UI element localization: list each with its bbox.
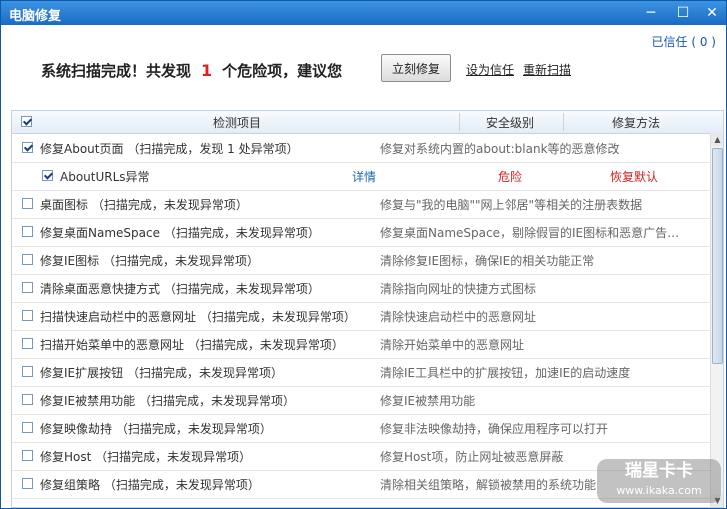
header-item: 检测项目 [213,116,262,130]
row-status: （扫描完成，未发现异常项） [187,338,344,352]
table-row[interactable]: 修复IE扩展按钮 （扫描完成，未发现异常项） 清除IE工具栏中的扩展按钮，加速I… [12,358,710,387]
row-name: 修复Host [40,450,92,464]
content-area: 已信任 ( 0 ) 系统扫描完成！共发现 1 个危险项，建议您 立刻修复 设为信任 … [3,25,724,508]
table-row[interactable]: 修复IE被禁用功能 （扫描完成，未发现异常项） 修复IE被禁用功能 [12,386,710,415]
row-status: （扫描完成，发现 1 处异常项） [127,142,299,156]
fix-now-button[interactable]: 立刻修复 [381,54,451,82]
maximize-button[interactable]: ☐ [673,4,693,22]
close-button[interactable]: ✕ [702,4,722,22]
table-row[interactable]: 扫描开始菜单中的恶意网址 （扫描完成，未发现异常项） 清除开始菜单中的恶意网址 [12,330,710,359]
row-name: 修复桌面NameSpace [40,226,160,240]
select-all-checkbox[interactable] [21,116,32,127]
row-name: 修复IE图标 [40,254,100,268]
set-trust-link[interactable]: 设为信任 [466,61,514,78]
header-divider [459,113,460,131]
table-row[interactable]: 清除桌面恶意快捷方式 （扫描完成，未发现异常项） 清除指向网址的快捷方式图标 [12,274,710,303]
row-status: （扫描完成，未发现异常项） [115,422,272,436]
row-name: 修复组策略 [40,478,101,492]
row-name: 修复映像劫持 [40,422,113,436]
scan-summary: 系统扫描完成！共发现 1 个危险项，建议您 [41,58,342,84]
table-row[interactable]: 修复映像劫持 （扫描完成，未发现异常项） 修复非法映像劫持，确保应用程序可以打开 [12,414,710,443]
row-description: 修复非法映像劫持，确保应用程序可以打开 [380,422,609,436]
window-title: 电脑修复 [9,9,62,24]
row-checkbox[interactable] [22,478,33,489]
row-description: 修复桌面NameSpace，剔除假冒的IE图标和恶意广告链... [380,226,690,240]
row-status: （扫描完成，未发现异常项） [163,282,320,296]
row-checkbox[interactable] [22,142,33,153]
scroll-up-icon[interactable]: ▲ [711,133,723,146]
row-checkbox[interactable] [22,450,33,461]
row-name: 修复About页面 [40,142,124,156]
watermark-brand: 瑞星卡卡 [625,461,693,481]
minimize-button[interactable]: ─ [641,4,661,22]
table-row[interactable]: 修复IE图标 （扫描完成，未发现异常项） 清除修复IE图标，确保IE的相关功能正… [12,246,710,275]
row-status: （扫描完成，未发现异常项） [102,254,259,268]
row-status: （扫描完成，未发现异常项） [95,450,252,464]
scrollbar-thumb[interactable] [712,148,723,364]
row-description: 清除快速启动栏中的恶意网址 [380,310,537,324]
table-row[interactable]: 扫描快速启动栏中的恶意网址 （扫描完成，未发现异常项） 清除快速启动栏中的恶意网… [12,302,710,331]
table-subrow[interactable]: AboutURLs异常 详情 危险 恢复默认 [12,162,710,191]
subrow-name: AboutURLs异常 [60,170,150,184]
row-checkbox[interactable] [22,394,33,405]
row-description: 清除指向网址的快捷方式图标 [380,282,537,296]
subrow-checkbox[interactable] [42,170,53,181]
table-row[interactable]: 修复About页面 （扫描完成，发现 1 处异常项） 修复对系统内置的about… [12,134,710,163]
row-name: 清除桌面恶意快捷方式 [40,282,161,296]
row-name: 扫描开始菜单中的恶意网址 [40,338,185,352]
row-description: 修复对系统内置的about:blank等的恶意修改 [380,142,620,156]
row-status: （扫描完成，未发现异常项） [199,310,356,324]
danger-level: 危险 [498,170,523,184]
detail-link[interactable]: 详情 [352,168,376,185]
row-status: （扫描完成，未发现异常项） [91,198,248,212]
row-name: 修复IE被禁用功能 [40,394,136,408]
title-bar: 电脑修复 ─ ☐ ✕ [1,1,726,25]
restore-default-link[interactable]: 恢复默认 [610,168,658,185]
row-checkbox[interactable] [22,198,33,209]
row-description: 清除开始菜单中的恶意网址 [380,338,525,352]
header-level: 安全级别 [486,116,535,130]
summary-prefix: 系统扫描完成！共发现 [41,62,192,80]
row-status: （扫描完成，未发现异常项） [138,394,295,408]
row-checkbox[interactable] [22,366,33,377]
row-name: 桌面图标 [40,198,89,212]
rescan-link[interactable]: 重新扫描 [523,61,571,78]
summary-suffix: 个危险项，建议您 [222,62,343,80]
row-checkbox[interactable] [22,282,33,293]
main-window: 电脑修复 ─ ☐ ✕ 已信任 ( 0 ) 系统扫描完成！共发现 1 个危险项，建议您… [0,0,727,509]
row-description: 修复与"我的电脑""网上邻居"等相关的注册表数据 [380,198,643,212]
row-description: 清除修复IE图标，确保IE的相关功能正常 [380,254,595,268]
row-checkbox[interactable] [22,422,33,433]
detection-table: 检测项目 安全级别 修复方法 修复About页面 （扫描完成，发现 1 处异常项… [11,110,724,508]
row-checkbox[interactable] [22,310,33,321]
row-description: 修复IE被禁用功能 [380,394,476,408]
watermark-logo: 瑞星卡卡 www.ikaka.com [597,459,721,503]
table-header: 检测项目 安全级别 修复方法 [12,111,723,134]
header-divider [563,113,564,131]
trusted-link[interactable]: 已信任 ( 0 ) [652,33,716,50]
watermark-url: www.ikaka.com [616,484,702,497]
table-row[interactable]: 桌面图标 （扫描完成，未发现异常项） 修复与"我的电脑""网上邻居"等相关的注册… [12,190,710,219]
danger-count: 1 [201,61,213,80]
row-name: 修复IE扩展按钮 [40,366,124,380]
row-status: （扫描完成，未发现异常项） [163,226,320,240]
header-method: 修复方法 [612,116,661,130]
row-name: 扫描快速启动栏中的恶意网址 [40,310,197,324]
row-status: （扫描完成，未发现异常项） [126,366,283,380]
vertical-scrollbar[interactable]: ▲ ▼ [710,133,723,507]
row-status: （扫描完成，未发现异常项） [103,478,260,492]
row-checkbox[interactable] [22,338,33,349]
row-checkbox[interactable] [22,226,33,237]
row-checkbox[interactable] [22,254,33,265]
table-row[interactable]: 修复桌面NameSpace （扫描完成，未发现异常项） 修复桌面NameSpac… [12,218,710,247]
row-description: 清除IE工具栏中的扩展按钮，加速IE的启动速度 [380,366,631,380]
